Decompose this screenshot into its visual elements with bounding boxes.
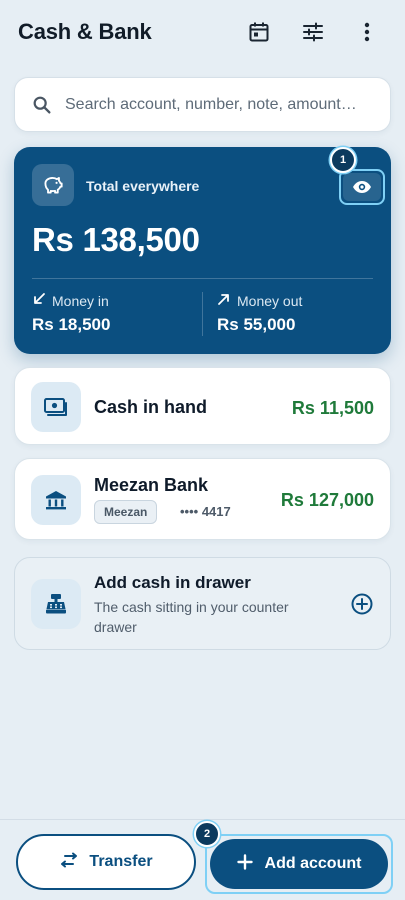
add-account-highlight: Add account <box>205 834 393 894</box>
filter-sliders-icon[interactable] <box>293 12 333 52</box>
money-in-label: Money in <box>52 292 109 309</box>
money-out-stat: Money out Rs 55,000 <box>217 292 302 335</box>
swap-arrows-icon <box>59 852 79 873</box>
column-divider <box>202 292 203 336</box>
money-in-stat: Money in Rs 18,500 <box>32 292 110 335</box>
page-title: Cash & Bank <box>18 19 152 44</box>
account-balance: Rs 127,000 <box>280 490 374 510</box>
money-out-label: Money out <box>237 292 303 309</box>
total-amount: Rs 138,500 <box>32 221 200 258</box>
transfer-button[interactable]: Transfer <box>16 834 196 890</box>
calendar-icon[interactable] <box>239 12 279 52</box>
arrow-up-right-icon <box>217 292 231 309</box>
account-name: Cash in hand <box>94 397 208 417</box>
piggy-bank-icon <box>32 164 74 206</box>
add-drawer-title: Add cash in drawer <box>94 573 251 592</box>
account-number-mask: •••• 4417 <box>180 504 231 519</box>
divider <box>32 278 373 279</box>
account-balance: Rs 11,500 <box>291 398 374 418</box>
total-summary-card: Total everywhere 1 Rs 138,500 Money in R… <box>14 147 391 354</box>
money-in-value: Rs 18,500 <box>32 315 111 334</box>
account-card-cash-in-hand[interactable]: Cash in hand Rs 11,500 <box>14 367 391 445</box>
step-marker-1: 1 <box>330 147 356 173</box>
bank-tag: Meezan <box>94 500 158 524</box>
bottom-action-bar: Transfer Add account 2 <box>0 819 405 900</box>
visibility-toggle[interactable] <box>339 169 385 205</box>
plus-icon <box>236 853 253 875</box>
money-out-value: Rs 55,000 <box>217 315 296 334</box>
step-marker-2: 2 <box>194 821 220 847</box>
search-bar <box>14 77 391 132</box>
cash-icon <box>31 382 81 432</box>
account-card-meezan-bank[interactable]: Meezan Bank Meezan •••• 4417 Rs 127,000 <box>14 458 391 540</box>
more-vertical-icon[interactable] <box>347 12 387 52</box>
search-input[interactable] <box>65 95 374 114</box>
arrow-down-left-icon <box>32 292 46 309</box>
cash-register-icon <box>31 579 81 629</box>
add-drawer-description: The cash sitting in your counter drawer <box>94 599 289 635</box>
bank-icon <box>31 475 81 525</box>
add-cash-drawer-card[interactable]: Add cash in drawer The cash sitting in y… <box>14 557 391 650</box>
add-circle-icon[interactable] <box>351 593 373 615</box>
add-account-label: Add account <box>264 855 362 872</box>
eye-icon[interactable] <box>343 173 381 201</box>
header-actions <box>239 12 387 52</box>
search-icon <box>31 94 53 116</box>
transfer-label: Transfer <box>89 853 153 870</box>
total-label: Total everywhere <box>86 178 200 194</box>
app-header: Cash & Bank <box>0 0 405 64</box>
add-account-button[interactable]: Add account <box>210 839 388 889</box>
account-name: Meezan Bank <box>94 475 209 495</box>
